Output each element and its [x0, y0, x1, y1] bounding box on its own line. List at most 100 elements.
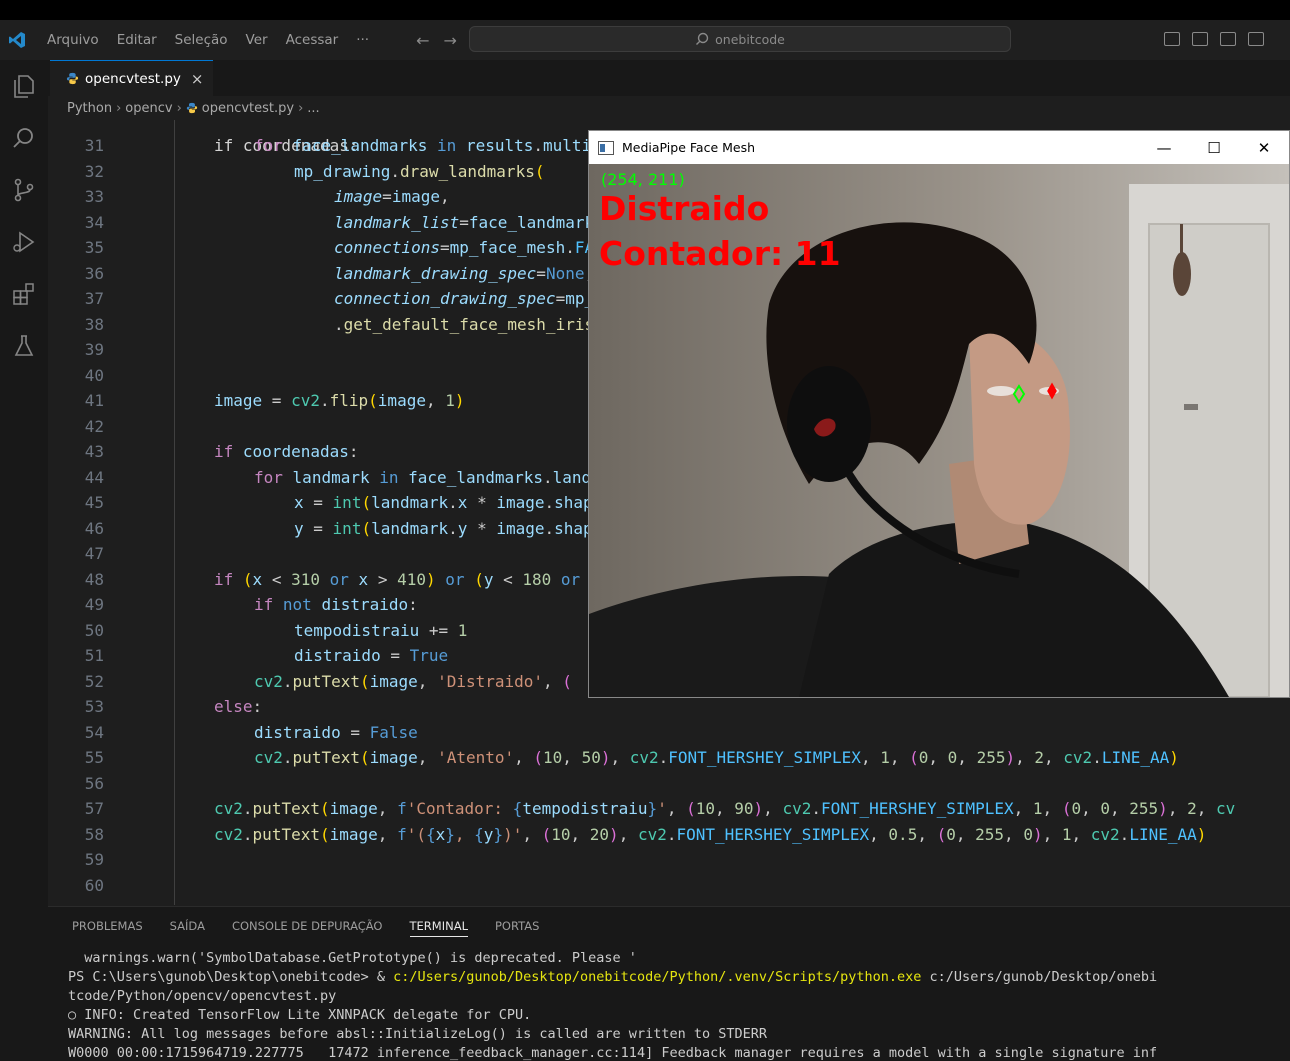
- close-tab-icon[interactable]: ×: [191, 70, 204, 88]
- code-text: tempodistraiu += 1: [294, 620, 468, 640]
- search-icon[interactable]: [0, 112, 48, 164]
- terminal-arg: c:/Users/gunob/Desktop/onebi: [921, 969, 1158, 985]
- code-line: 60: [48, 873, 1290, 899]
- menu-bar: Arquivo Editar Seleção Ver Acessar ···: [38, 32, 378, 48]
- menu-ver[interactable]: Ver: [237, 32, 277, 48]
- nav-arrows: ← →: [416, 31, 457, 50]
- code-text: image = cv2.flip(image, 1): [214, 391, 465, 410]
- python-file-icon: [66, 72, 79, 85]
- terminal-line: warnings.warn('SymbolDatabase.GetPrototy…: [68, 950, 637, 966]
- customize-layout-icon[interactable]: [1248, 32, 1264, 46]
- breadcrumb-opencv[interactable]: opencv: [125, 101, 172, 116]
- terminal-line: WARNING: All log messages before absl::I…: [68, 1026, 767, 1042]
- toggle-sidebar-icon[interactable]: [1164, 32, 1180, 46]
- window-app-icon: [598, 140, 614, 155]
- code-text: cv2.putText(image, f'({x}, {y})', (10, 2…: [214, 824, 1207, 844]
- line-number: 56: [84, 773, 104, 793]
- code-text: mp_drawing.draw_landmarks(: [294, 161, 545, 181]
- chevron-right-icon: ›: [176, 100, 182, 116]
- line-number: 51: [84, 646, 104, 665]
- line-number: 55: [84, 748, 104, 767]
- toggle-panel-icon[interactable]: [1192, 32, 1208, 46]
- menu-more[interactable]: ···: [347, 32, 378, 48]
- explorer-icon[interactable]: [0, 60, 48, 112]
- python-file-icon: [186, 102, 197, 114]
- line-number: 40: [84, 365, 104, 385]
- code-text: landmark_drawing_spec=None,: [334, 263, 594, 283]
- chevron-right-icon: ›: [116, 100, 122, 116]
- close-icon[interactable]: ✕: [1239, 131, 1289, 164]
- overlay-status-text: Distraido: [599, 189, 770, 228]
- top-strip: [0, 0, 1290, 20]
- terminal-line: tcode/Python/opencv/opencvtest.py: [68, 988, 337, 1004]
- menu-editar[interactable]: Editar: [108, 32, 166, 48]
- tab-terminal[interactable]: TERMINAL: [409, 919, 468, 937]
- forward-arrow-icon[interactable]: →: [444, 31, 457, 50]
- code-line: 56: [48, 771, 1290, 797]
- breadcrumb: Python › opencv › opencvtest.py › ...: [48, 96, 1290, 120]
- vscode-logo-icon: [0, 20, 34, 60]
- tab-ports[interactable]: PORTAS: [495, 919, 539, 937]
- mediapipe-window[interactable]: MediaPipe Face Mesh — ☐ ✕ (254, 211) Dis…: [588, 130, 1290, 698]
- line-number: 48: [84, 569, 104, 589]
- terminal-prompt: PS C:\Users\gunob\Desktop\onebitcode> &: [68, 969, 394, 985]
- search-icon: [696, 32, 709, 45]
- menu-acessar[interactable]: Acessar: [277, 32, 348, 48]
- breadcrumb-symbol[interactable]: ...: [307, 101, 319, 116]
- line-number: 45: [84, 493, 104, 512]
- line-number: 35: [84, 238, 104, 257]
- line-number: 57: [84, 799, 104, 818]
- line-number: 34: [84, 212, 104, 232]
- terminal-command: c:/Users/gunob/Desktop/onebitcode/Python…: [393, 969, 922, 985]
- line-number: 44: [84, 467, 104, 487]
- code-text: distraido = True: [294, 646, 449, 665]
- code-line: 59: [48, 847, 1290, 873]
- bottom-panel: PROBLEMAS SAÍDA CONSOLE DE DEPURAÇÃO TER…: [48, 906, 1290, 1061]
- maximize-icon[interactable]: ☐: [1189, 131, 1239, 164]
- code-text: landmark_list=face_landmarks,: [334, 212, 613, 232]
- line-number: 52: [84, 671, 104, 691]
- code-line: 55 cv2.putText(image, 'Atento', (10, 50),…: [48, 745, 1290, 771]
- tab-output[interactable]: SAÍDA: [170, 919, 205, 937]
- mediapipe-window-title: MediaPipe Face Mesh: [622, 140, 756, 155]
- layout-controls: [1164, 32, 1264, 46]
- terminal-output[interactable]: warnings.warn('SymbolDatabase.GetPrototy…: [68, 949, 1157, 1061]
- activity-bar: [0, 60, 48, 1061]
- line-number: 38: [84, 314, 104, 334]
- overlay-counter-text: Contador: 11: [599, 234, 841, 273]
- line-number: 31: [84, 136, 104, 155]
- search-text: onebitcode: [715, 31, 785, 47]
- menu-arquivo[interactable]: Arquivo: [38, 32, 108, 48]
- back-arrow-icon[interactable]: ←: [416, 31, 429, 50]
- line-number: 50: [84, 620, 104, 640]
- code-text: cv2.putText(image, 'Distraido', (: [254, 671, 572, 691]
- command-center-search[interactable]: onebitcode: [469, 26, 1011, 52]
- line-number: 59: [84, 850, 104, 869]
- minimize-icon[interactable]: —: [1139, 131, 1189, 164]
- breadcrumb-python[interactable]: Python: [67, 101, 112, 116]
- run-debug-icon[interactable]: [0, 216, 48, 268]
- tab-opencvtest[interactable]: opencvtest.py ×: [50, 60, 214, 96]
- terminal-line: PS C:\Users\gunob\Desktop\onebitcode> & …: [68, 968, 1157, 987]
- line-number: 47: [84, 544, 104, 563]
- panel-tabs: PROBLEMAS SAÍDA CONSOLE DE DEPURAÇÃO TER…: [72, 919, 539, 937]
- source-control-icon[interactable]: [0, 164, 48, 216]
- chevron-right-icon: ›: [298, 100, 304, 116]
- line-number: 41: [84, 391, 104, 410]
- line-number: 58: [84, 824, 104, 844]
- menu-selecao[interactable]: Seleção: [166, 32, 237, 48]
- code-line: 58 cv2.putText(image, f'({x}, {y})', (10,…: [48, 822, 1290, 848]
- line-number: 37: [84, 289, 104, 308]
- extensions-icon[interactable]: [0, 268, 48, 320]
- breadcrumb-file[interactable]: opencvtest.py: [202, 101, 294, 116]
- terminal-line: ○ INFO: Created TensorFlow Lite XNNPACK …: [68, 1007, 532, 1023]
- tab-debug-console[interactable]: CONSOLE DE DEPURAÇÃO: [232, 919, 383, 937]
- toggle-secondary-sidebar-icon[interactable]: [1220, 32, 1236, 46]
- tab-problems[interactable]: PROBLEMAS: [72, 919, 143, 937]
- code-text: image=image,: [334, 187, 450, 206]
- code-line: 57 cv2.putText(image, f'Contador: {tempod…: [48, 796, 1290, 822]
- line-number: 54: [84, 722, 104, 742]
- code-line: 54 distraido = False: [48, 720, 1290, 746]
- testing-icon[interactable]: [0, 320, 48, 372]
- line-number: 36: [84, 263, 104, 283]
